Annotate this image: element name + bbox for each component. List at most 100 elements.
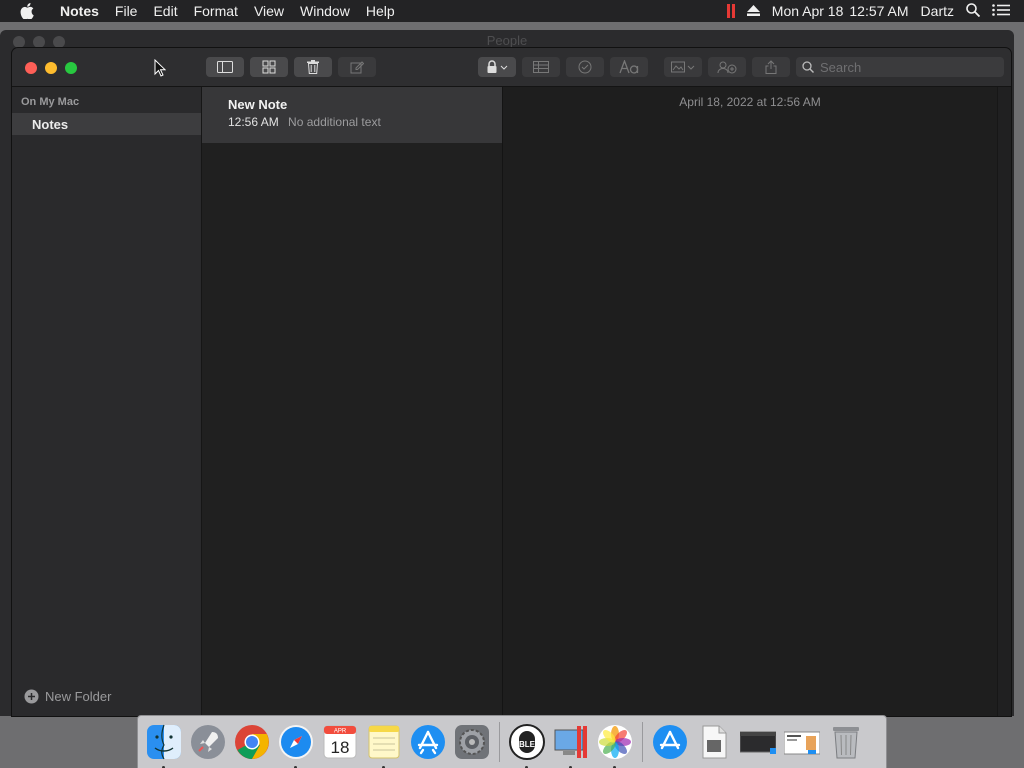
gear-icon bbox=[455, 725, 489, 759]
gallery-view-button[interactable] bbox=[250, 57, 288, 77]
menubar-time[interactable]: 12:57 AM bbox=[849, 3, 908, 19]
compose-icon bbox=[350, 61, 364, 74]
menu-format[interactable]: Format bbox=[186, 3, 246, 19]
menu-edit[interactable]: Edit bbox=[145, 3, 185, 19]
parallels-status-icon[interactable] bbox=[726, 4, 735, 18]
note-list: New Note 12:56 AM No additional text bbox=[202, 87, 503, 716]
editor-scrollbar[interactable] bbox=[997, 87, 1011, 716]
checklist-icon bbox=[578, 60, 592, 74]
spotlight-search-icon[interactable] bbox=[966, 2, 981, 20]
dock-window-thumbnail[interactable] bbox=[739, 723, 777, 761]
calendar-month: APR bbox=[334, 729, 347, 735]
dock-app-store-downloads[interactable] bbox=[651, 723, 689, 761]
dock-chrome[interactable] bbox=[233, 723, 271, 761]
lock-note-button[interactable] bbox=[478, 57, 516, 77]
menubar-user[interactable]: Dartz bbox=[921, 3, 954, 19]
notification-center-icon[interactable] bbox=[992, 3, 1010, 19]
add-people-button[interactable] bbox=[708, 57, 746, 77]
menu-help[interactable]: Help bbox=[358, 3, 403, 19]
chrome-icon bbox=[235, 725, 269, 759]
screenshot-icon bbox=[784, 731, 820, 755]
finder-icon bbox=[147, 724, 181, 760]
checklist-button[interactable] bbox=[566, 57, 604, 77]
toggle-sidebar-button[interactable] bbox=[206, 57, 244, 77]
new-folder-label: New Folder bbox=[45, 689, 112, 704]
note-meta: 12:56 AM No additional text bbox=[228, 115, 502, 129]
sidebar-section-on-my-mac: On My Mac bbox=[21, 96, 80, 108]
search-icon bbox=[802, 61, 814, 73]
table-icon bbox=[533, 61, 549, 73]
dock-screenshot[interactable] bbox=[783, 723, 821, 761]
app-store-icon bbox=[411, 725, 445, 759]
folders-sidebar: On My Mac Notes New Folder bbox=[12, 87, 202, 716]
dock-photos[interactable] bbox=[596, 723, 634, 768]
dock: APR 18 BLE bbox=[137, 715, 887, 768]
share-button[interactable] bbox=[752, 57, 790, 77]
dock-notes[interactable] bbox=[365, 723, 403, 768]
delete-note-button[interactable] bbox=[294, 57, 332, 77]
share-icon bbox=[765, 60, 777, 74]
new-note-button[interactable] bbox=[338, 57, 376, 77]
window-thumbnail-icon bbox=[740, 731, 776, 754]
dock-finder[interactable] bbox=[145, 723, 183, 768]
close-button[interactable] bbox=[25, 62, 37, 74]
ble-icon: BLE bbox=[509, 724, 545, 760]
calendar-day: 18 bbox=[331, 738, 350, 757]
mouse-cursor-icon bbox=[154, 58, 167, 82]
grid-icon bbox=[262, 60, 276, 74]
rocket-icon bbox=[191, 725, 225, 759]
sidebar-item-notes[interactable]: Notes bbox=[12, 113, 201, 135]
trash-icon bbox=[307, 60, 319, 74]
dock-document[interactable] bbox=[695, 723, 733, 761]
calendar-icon: APR 18 bbox=[323, 725, 357, 759]
trash-can-icon bbox=[833, 727, 859, 759]
plus-circle-icon bbox=[24, 689, 39, 704]
background-window-title: People bbox=[486, 33, 528, 48]
table-button[interactable] bbox=[522, 57, 560, 77]
search-input[interactable] bbox=[820, 59, 990, 75]
minimize-button[interactable] bbox=[45, 62, 57, 74]
menubar-date[interactable]: Mon Apr 18 bbox=[772, 3, 844, 19]
svg-text:BLE: BLE bbox=[519, 740, 536, 749]
dock-app-store[interactable] bbox=[409, 723, 447, 761]
dock-calendar[interactable]: APR 18 bbox=[321, 723, 359, 761]
dock-ble-app[interactable]: BLE bbox=[508, 723, 546, 768]
lock-icon bbox=[487, 60, 508, 73]
dock-system-preferences[interactable] bbox=[453, 723, 491, 761]
window-controls bbox=[25, 62, 77, 74]
zoom-button[interactable] bbox=[65, 62, 77, 74]
parallels-icon bbox=[554, 726, 587, 758]
note-title: New Note bbox=[228, 97, 288, 112]
media-button[interactable] bbox=[664, 57, 702, 77]
eject-icon[interactable] bbox=[746, 3, 760, 19]
dock-parallels[interactable] bbox=[552, 723, 590, 768]
document-icon bbox=[702, 725, 727, 759]
app-store-folder-icon bbox=[653, 725, 687, 759]
dock-trash[interactable] bbox=[827, 723, 865, 761]
note-preview: No additional text bbox=[288, 115, 381, 129]
note-list-item[interactable]: New Note 12:56 AM No additional text bbox=[202, 87, 502, 143]
sidebar-icon bbox=[217, 61, 233, 73]
apple-menu-icon[interactable] bbox=[20, 3, 40, 19]
notes-icon bbox=[368, 725, 400, 759]
menu-app-name[interactable]: Notes bbox=[52, 3, 107, 19]
dock-launchpad[interactable] bbox=[189, 723, 227, 761]
dock-safari[interactable] bbox=[277, 723, 315, 768]
dock-separator bbox=[499, 722, 500, 762]
add-people-icon bbox=[717, 61, 737, 74]
new-folder-button[interactable]: New Folder bbox=[24, 689, 111, 704]
photos-icon bbox=[598, 725, 632, 759]
menu-file[interactable]: File bbox=[107, 3, 146, 19]
text-format-icon bbox=[619, 60, 639, 74]
format-button[interactable] bbox=[610, 57, 648, 77]
note-editor[interactable]: April 18, 2022 at 12:56 AM bbox=[504, 87, 1011, 716]
notes-window: On My Mac Notes New Folder New Note 12:5… bbox=[12, 48, 1011, 716]
menu-view[interactable]: View bbox=[246, 3, 292, 19]
dock-separator bbox=[642, 722, 643, 762]
note-time: 12:56 AM bbox=[228, 115, 279, 129]
compass-icon bbox=[279, 725, 313, 759]
note-date: April 18, 2022 at 12:56 AM bbox=[679, 95, 821, 109]
photo-icon bbox=[671, 61, 695, 73]
search-field[interactable] bbox=[796, 57, 1004, 77]
menu-window[interactable]: Window bbox=[292, 3, 358, 19]
